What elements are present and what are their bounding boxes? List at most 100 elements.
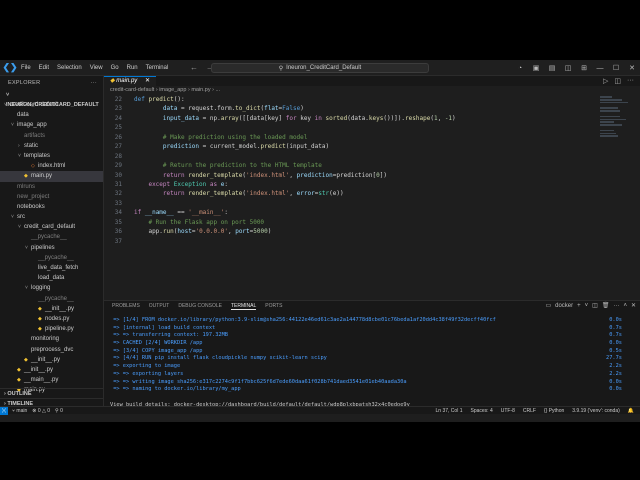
code-line[interactable]: 27 prediction = current_model.predict(in…	[104, 142, 640, 151]
tree-folder[interactable]: ˅ templates	[0, 151, 103, 161]
terminal-output[interactable]: => [1/4] FROM docker.io/library/python:3…	[110, 317, 630, 407]
tree-file[interactable]: ◆ __main__.py	[0, 375, 103, 385]
minimap[interactable]	[600, 95, 630, 155]
chevron-down-icon[interactable]: ˅	[585, 303, 589, 309]
tree-folder[interactable]: new_project	[0, 192, 103, 202]
line-number: 28	[114, 152, 122, 160]
tree-file[interactable]: ◆ nodes.py	[0, 314, 103, 324]
command-center[interactable]: ⚲ Ineuron_CreditCard_Default	[211, 63, 429, 73]
tree-folder[interactable]: __pycache__	[0, 294, 103, 304]
close-icon[interactable]: ✕	[145, 78, 150, 84]
tree-folder[interactable]: ˅ src	[0, 212, 103, 222]
tree-folder[interactable]: notebooks	[0, 202, 103, 212]
problems-indicator[interactable]: ⊗ 0 △ 0	[32, 408, 50, 414]
code-line[interactable]: 34 if __name__ == '__main__':	[104, 208, 640, 217]
split-terminal-icon[interactable]: ◫	[592, 302, 598, 309]
menu-terminal[interactable]: Terminal	[142, 65, 173, 71]
code-line[interactable]: 25	[104, 123, 640, 132]
code-line[interactable]: 30 return render_template('index.html', …	[104, 171, 640, 180]
tree-folder[interactable]: ˅ credit_card_default	[0, 222, 103, 232]
tree-file[interactable]: ◆ __init__.py	[0, 304, 103, 314]
terminal-name[interactable]: docker	[555, 303, 573, 309]
language-mode[interactable]: {} Python	[544, 408, 564, 414]
tree-item-label: logging	[31, 285, 51, 292]
breadcrumb[interactable]: credit-card-default › image_app › main.p…	[104, 86, 640, 95]
code-editor[interactable]: 22 def predict(): 23 data = request.form.t…	[104, 95, 640, 300]
maximize-panel-icon[interactable]: ˄	[623, 303, 627, 309]
close-icon[interactable]: ✕	[624, 64, 640, 72]
tree-file[interactable]: ◆ pipeline.py	[0, 324, 103, 334]
code-line[interactable]: 33	[104, 199, 640, 208]
ports-indicator[interactable]: ⚲ 0	[55, 408, 63, 414]
layout-aux-icon[interactable]: ◫	[560, 64, 576, 72]
tree-folder[interactable]: data	[0, 110, 103, 120]
encoding[interactable]: UTF-8	[501, 408, 515, 414]
menu-run[interactable]: Run	[123, 65, 142, 71]
code-line[interactable]: 37	[104, 237, 640, 246]
tree-folder[interactable]: artifacts	[0, 131, 103, 141]
menu-go[interactable]: Go	[107, 65, 123, 71]
tree-folder[interactable]: ˅ pipelines	[0, 243, 103, 253]
tree-folder[interactable]: ˅ credit-card-default	[0, 100, 103, 110]
tree-folder[interactable]: mlruns	[0, 182, 103, 192]
code-line[interactable]: 24 input_data = np.array([[data[key] for…	[104, 114, 640, 123]
code-line[interactable]: 32 return render_template('index.html', …	[104, 189, 640, 198]
more-actions-icon[interactable]: ···	[91, 76, 97, 90]
branch-indicator[interactable]: ⑂ main	[12, 408, 27, 414]
minimize-icon[interactable]: —	[592, 65, 608, 72]
menu-file[interactable]: File	[17, 65, 35, 71]
tree-file[interactable]: ◇ index.html	[0, 161, 103, 171]
add-terminal-icon[interactable]: +	[577, 303, 581, 309]
tree-folder[interactable]: ˅ image_app	[0, 120, 103, 130]
tree-folder[interactable]: load_data	[0, 273, 103, 283]
copilot-icon[interactable]: ◔	[512, 65, 528, 72]
menu-view[interactable]: View	[86, 65, 107, 71]
back-arrow-icon[interactable]: ←	[190, 63, 198, 72]
code-line[interactable]: 23 data = request.form.to_dict(flat=Fals…	[104, 104, 640, 113]
indentation[interactable]: Spaces: 4	[470, 408, 492, 414]
remote-icon[interactable]: ⟩⟨	[0, 406, 8, 415]
more-actions-icon[interactable]: ···	[613, 303, 619, 309]
maximize-icon[interactable]: ☐	[608, 64, 624, 72]
outline-section[interactable]: › OUTLINE	[0, 388, 104, 398]
line-ending[interactable]: CRLF	[523, 408, 536, 414]
menu-edit[interactable]: Edit	[35, 65, 53, 71]
layout-panel-icon[interactable]: ▤	[544, 64, 560, 72]
menu-selection[interactable]: Selection	[53, 65, 86, 71]
split-editor-icon[interactable]: ◫	[614, 77, 621, 85]
tree-folder[interactable]: live_data_fetch	[0, 263, 103, 273]
run-icon[interactable]: ▷	[603, 77, 608, 85]
tab-problems[interactable]: PROBLEMS	[112, 303, 140, 309]
code-line[interactable]: 36 app.run(host='0.0.0.0', port=5000)	[104, 227, 640, 236]
tree-folder[interactable]: __pycache__	[0, 232, 103, 242]
tab-main-py[interactable]: ◆ main.py ✕	[104, 76, 156, 86]
tree-file[interactable]: ◆ __init__.py	[0, 355, 103, 365]
cursor-position[interactable]: Ln 37, Col 1	[436, 408, 463, 414]
project-header[interactable]: ˅ INEURON_CREDITCARD_DEFAULT	[0, 90, 103, 108]
code-line[interactable]: 22 def predict():	[104, 95, 640, 104]
tree-folder[interactable]: __pycache__	[0, 253, 103, 263]
tree-file[interactable]: ◆ main.py	[0, 171, 103, 182]
tab-debug-console[interactable]: DEBUG CONSOLE	[178, 303, 222, 309]
code-line[interactable]: 26 # Make prediction using the loaded mo…	[104, 133, 640, 142]
tree-folder[interactable]: ˅ logging	[0, 283, 103, 293]
tab-ports[interactable]: PORTS	[265, 303, 282, 309]
trash-icon[interactable]: 🗑	[602, 302, 610, 309]
customize-layout-icon[interactable]: ⊞	[576, 64, 592, 72]
close-icon[interactable]: ✕	[631, 302, 636, 309]
python-interpreter[interactable]: 3.9.19 ('venv': conda)	[572, 408, 620, 414]
code-line[interactable]: 31 except Exception as e:	[104, 180, 640, 189]
tab-terminal[interactable]: TERMINAL	[230, 303, 257, 310]
tree-folder[interactable]: › static	[0, 141, 103, 151]
tree-file[interactable]: ◆ __init__.py	[0, 365, 103, 375]
notifications-icon[interactable]: 🔔	[628, 408, 634, 414]
terminal-line: => CACHED [2/4] WORKDIR /app 0.0s	[110, 340, 630, 348]
tree-folder[interactable]: monitoring	[0, 334, 103, 344]
tab-output[interactable]: OUTPUT	[149, 303, 170, 309]
more-actions-icon[interactable]: ···	[627, 77, 634, 85]
code-line[interactable]: 35 # Run the Flask app on port 5000	[104, 218, 640, 227]
code-line[interactable]: 28	[104, 152, 640, 161]
tree-folder[interactable]: preprocess_dvc	[0, 345, 103, 355]
layout-sidebar-icon[interactable]: ▣	[528, 64, 544, 72]
code-line[interactable]: 29 # Return the prediction to the HTML t…	[104, 161, 640, 170]
